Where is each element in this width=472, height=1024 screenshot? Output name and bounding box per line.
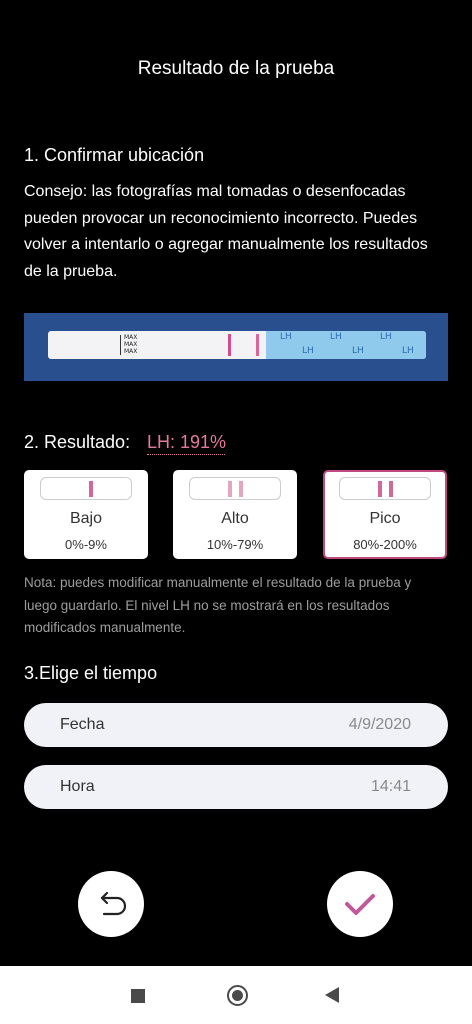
tip-text: Consejo: las fotografías mal tomadas o d… — [24, 183, 428, 280]
strip-max-mark — [120, 335, 121, 355]
strip-test-line — [228, 334, 231, 356]
time-field[interactable]: Hora 14:41 — [24, 765, 448, 809]
home-icon[interactable] — [227, 985, 248, 1006]
option-label: Bajo — [69, 510, 103, 527]
manual-edit-note: Nota: puedes modificar manualmente el re… — [24, 575, 412, 635]
back-button[interactable] — [78, 871, 144, 937]
mini-strip-icon — [189, 477, 281, 500]
lh-value: LH: 191% — [147, 432, 227, 452]
lh-value-underline — [147, 454, 225, 455]
result-option-alto[interactable]: Alto 10%-79% — [173, 470, 297, 559]
option-label: Alto — [221, 510, 249, 527]
result-heading: 2. Resultado: — [24, 432, 131, 452]
system-navigation-bar — [0, 966, 472, 1024]
mini-strip-icon — [40, 477, 132, 500]
back-triangle-icon[interactable] — [325, 987, 339, 1003]
strip-control-line — [256, 334, 259, 356]
result-option-bajo[interactable]: Bajo 0%-9% — [24, 470, 148, 559]
date-field[interactable]: Fecha 4/9/2020 — [24, 703, 448, 747]
date-label: Fecha — [60, 716, 105, 733]
confirm-button[interactable] — [327, 871, 393, 937]
mini-strip-icon — [339, 477, 431, 500]
choose-time-heading: 3.Elige el tiempo — [24, 663, 158, 683]
option-range: 0%-9% — [65, 537, 107, 552]
test-strip-photo: MAX MAX MAX LH LH LH LH LH LH — [24, 313, 448, 381]
strip-max-labels: MAX MAX MAX — [124, 334, 138, 355]
undo-icon — [100, 891, 127, 916]
option-range: 80%-200% — [353, 537, 417, 552]
test-strip: MAX MAX MAX LH LH LH LH LH LH — [48, 331, 426, 359]
time-label: Hora — [60, 778, 95, 795]
date-value: 4/9/2020 — [348, 716, 411, 733]
time-value: 14:41 — [370, 778, 411, 795]
option-range: 10%-79% — [206, 537, 264, 552]
option-label: Pico — [369, 510, 401, 527]
checkmark-icon — [345, 894, 375, 915]
page-title: Resultado de la prueba — [137, 58, 335, 79]
recent-apps-icon[interactable] — [131, 989, 145, 1003]
confirm-location-heading: 1. Confirmar ubicación — [24, 145, 205, 165]
result-option-pico[interactable]: Pico 80%-200% — [323, 470, 447, 559]
strip-handle: LH LH LH LH LH LH — [266, 331, 426, 359]
